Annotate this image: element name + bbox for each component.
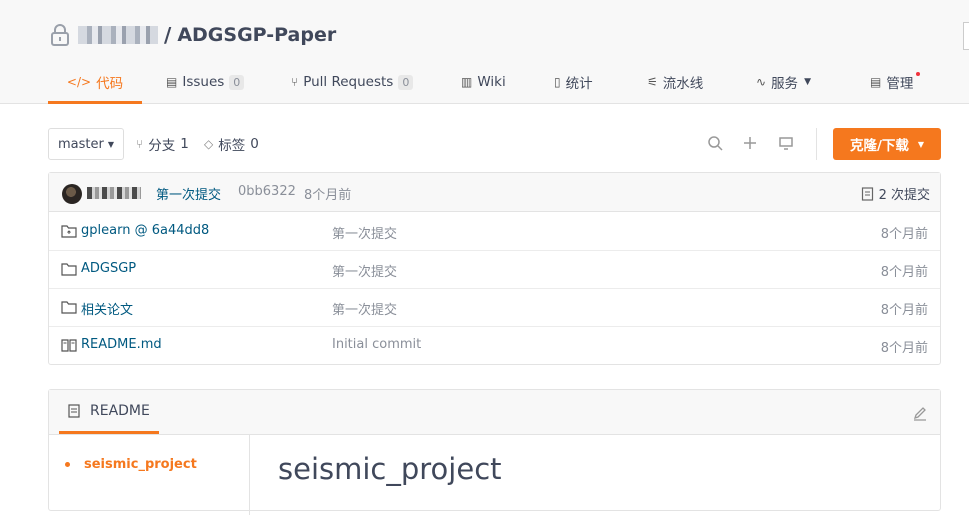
avatar[interactable]: [62, 184, 82, 204]
issues-icon: ▤: [166, 75, 178, 89]
branch-selector[interactable]: master ▼: [48, 128, 124, 160]
desktop-icon[interactable]: [777, 135, 795, 153]
folder-icon: [61, 263, 77, 276]
file-name-link[interactable]: gplearn @ 6a44dd8: [81, 223, 209, 238]
clone-download-button[interactable]: 克隆/下载 ▼: [833, 128, 941, 160]
tab-issues[interactable]: ▤ Issues 0: [166, 63, 245, 101]
pull-request-icon: ⑂: [291, 75, 299, 89]
latest-commit-bar: 第一次提交 0bb6322 8个月前 2 次提交: [49, 173, 940, 212]
code-icon: </>: [66, 75, 92, 89]
submodule-folder-icon: [61, 225, 77, 238]
file-commit-time: 8个月前: [880, 303, 928, 318]
caret-down-icon: ▼: [107, 139, 114, 149]
stats-icon: ▯: [554, 75, 561, 89]
branches-link[interactable]: ⑂ 分支 1: [136, 128, 189, 160]
tab-manage[interactable]: ▤ 管理: [870, 63, 921, 101]
file-name-link[interactable]: 相关论文: [81, 299, 133, 318]
repo-name[interactable]: ADGSGP-Paper: [177, 24, 336, 46]
tab-services[interactable]: ∿ 服务 ▼: [756, 63, 811, 101]
file-row[interactable]: README.md Initial commit 8个月前: [49, 326, 940, 364]
chevron-down-icon: ▼: [804, 77, 811, 87]
commit-message-link[interactable]: 第一次提交: [156, 184, 221, 203]
repo-separator: /: [164, 23, 172, 47]
commit-sha[interactable]: 0bb6322: [238, 184, 296, 199]
tab-pipeline[interactable]: ⚟ 流水线: [647, 63, 703, 101]
lock-icon: [50, 23, 70, 47]
commit-author-redacted[interactable]: [87, 187, 141, 199]
tab-code[interactable]: </> 代码: [48, 63, 142, 104]
manage-icon: ▤: [870, 75, 882, 89]
repo-toolbar: master ▼ ⑂ 分支 1 ◇ 标签 0 克隆/下载 ▼: [48, 128, 941, 160]
tab-stats[interactable]: ▯ 统计: [554, 63, 593, 101]
side-panel-toggle[interactable]: [963, 22, 969, 50]
commit-history-icon: [861, 186, 873, 201]
readme-heading: seismic_project: [278, 452, 502, 486]
plus-icon[interactable]: [741, 135, 759, 153]
repo-owner-redacted[interactable]: [78, 26, 158, 44]
file-commit-message[interactable]: 第一次提交: [332, 299, 397, 318]
readme-file-icon: [61, 339, 77, 352]
readme-icon: [68, 403, 80, 418]
file-commit-time: 8个月前: [880, 265, 928, 280]
file-row[interactable]: gplearn @ 6a44dd8 第一次提交 8个月前: [49, 212, 940, 251]
file-name-link[interactable]: README.md: [81, 337, 162, 352]
file-commit-message[interactable]: Initial commit: [332, 337, 421, 352]
file-row[interactable]: ADGSGP 第一次提交 8个月前: [49, 250, 940, 289]
issues-count-badge: 0: [229, 74, 245, 90]
tags-link[interactable]: ◇ 标签 0: [204, 128, 259, 160]
pr-count-badge: 0: [398, 74, 414, 90]
file-commit-time: 8个月前: [880, 341, 928, 356]
repo-title: / ADGSGP-Paper: [50, 22, 336, 48]
readme-tab[interactable]: README: [59, 390, 159, 434]
file-list: 第一次提交 0bb6322 8个月前 2 次提交 gplearn @ 6a44d…: [48, 172, 941, 365]
search-icon[interactable]: [706, 135, 724, 153]
file-name-link[interactable]: ADGSGP: [81, 261, 136, 276]
tab-pull-requests[interactable]: ⑂ Pull Requests 0: [291, 63, 414, 101]
repo-header: / ADGSGP-Paper </> 代码 ▤ Issues 0 ⑂ Pull Requ…: [0, 0, 969, 104]
file-row[interactable]: 相关论文 第一次提交 8个月前: [49, 288, 940, 327]
branch-icon: ⑂: [136, 137, 144, 151]
commit-count-link[interactable]: 2 次提交: [861, 184, 930, 203]
file-commit-time: 8个月前: [880, 227, 928, 242]
file-commit-message[interactable]: 第一次提交: [332, 223, 397, 242]
readme-header: README: [49, 390, 940, 435]
commit-time: 8个月前: [304, 188, 352, 203]
tag-icon: ◇: [204, 137, 214, 151]
pipeline-icon: ⚟: [647, 75, 658, 89]
readme-toc: seismic_project: [49, 435, 250, 515]
file-commit-message[interactable]: 第一次提交: [332, 261, 397, 280]
caret-down-icon: ▼: [917, 139, 925, 149]
toc-item[interactable]: seismic_project: [65, 457, 197, 472]
folder-icon: [61, 301, 77, 314]
tab-wiki[interactable]: ▥ Wiki: [461, 63, 506, 101]
toolbar-divider: [816, 128, 817, 160]
readme-panel: README seismic_project seismic_project: [48, 389, 941, 515]
wiki-icon: ▥: [461, 75, 473, 89]
service-icon: ∿: [756, 75, 767, 89]
notification-dot: [916, 72, 921, 76]
edit-icon[interactable]: [912, 406, 928, 422]
